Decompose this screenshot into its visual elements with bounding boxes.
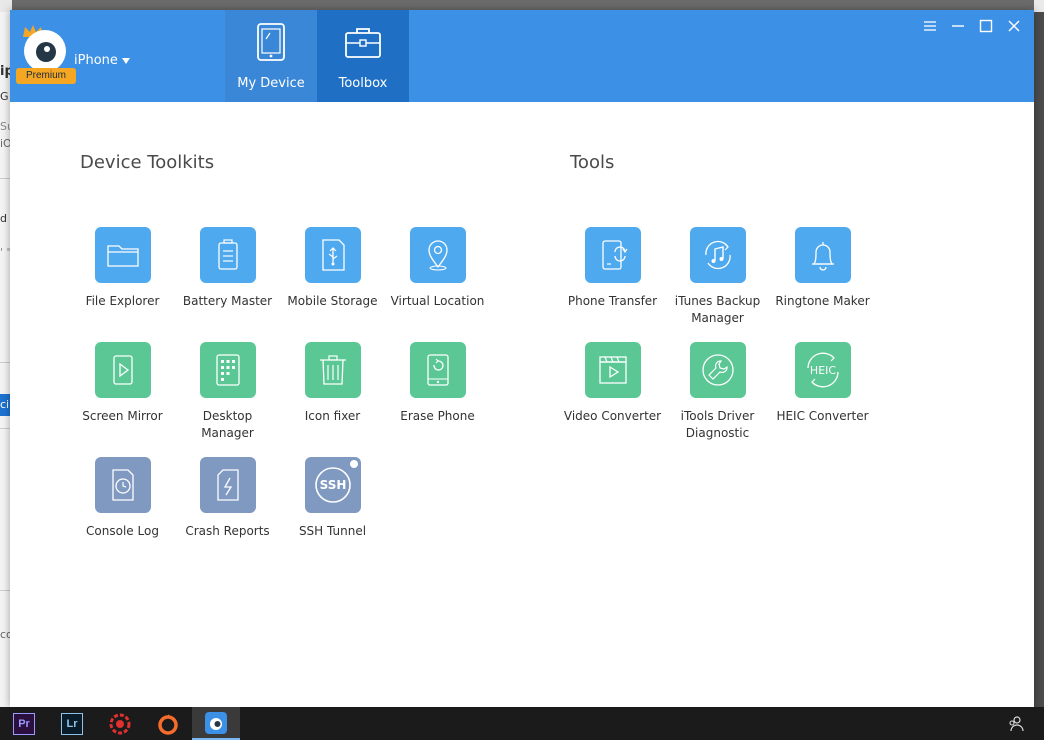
- tool-desktop-manager[interactable]: Desktop Manager: [175, 342, 280, 442]
- maximize-icon: [979, 19, 993, 33]
- music-note-icon: [704, 240, 731, 270]
- taskbar-itools[interactable]: [192, 707, 240, 740]
- premiere-icon: Pr: [13, 712, 35, 735]
- close-button[interactable]: [1004, 16, 1024, 36]
- ssh-icon-text: SSH: [319, 478, 346, 492]
- tool-heic-converter[interactable]: HEIC HEIC Converter: [770, 342, 875, 425]
- tool-battery-master[interactable]: Battery Master: [175, 227, 280, 310]
- lightning-file-icon: [216, 469, 239, 501]
- taskbar-tray-people[interactable]: [994, 707, 1038, 740]
- red-gear-app-icon: [109, 713, 131, 734]
- tool-label: Erase Phone: [400, 409, 475, 423]
- trash-icon: [319, 355, 346, 385]
- itools-logo: Premium: [14, 24, 80, 86]
- hamburger-icon: [924, 21, 936, 31]
- tool-label: iTunes Backup Manager: [674, 294, 761, 325]
- tool-label: SSH Tunnel: [298, 524, 367, 538]
- wrench-icon: [701, 354, 734, 386]
- tool-erase-phone[interactable]: Erase Phone: [385, 342, 490, 425]
- ssh-icon: SSH: [314, 467, 351, 503]
- tool-icon-fixer[interactable]: Icon fixer: [280, 342, 385, 425]
- tool-label: Battery Master: [182, 294, 273, 308]
- tool-crash-reports[interactable]: Crash Reports: [175, 457, 280, 540]
- play-screen-icon: [112, 355, 133, 385]
- device-selector[interactable]: iPhone: [74, 50, 130, 70]
- section-title-tools: Tools: [570, 152, 615, 173]
- notification-dot: [349, 460, 358, 468]
- bg-fragment: ci: [0, 398, 10, 411]
- tool-mobile-storage[interactable]: Mobile Storage: [280, 227, 385, 310]
- bell-icon: [811, 242, 834, 271]
- tool-label: Crash Reports: [185, 524, 270, 538]
- usb-storage-icon: [321, 239, 345, 271]
- tablet-icon: [257, 23, 285, 61]
- tool-virtual-location[interactable]: Virtual Location: [385, 227, 490, 310]
- tool-label: Ringtone Maker: [775, 294, 870, 308]
- tab-toolbox[interactable]: Toolbox: [317, 10, 409, 102]
- tool-label: Phone Transfer: [567, 294, 658, 308]
- app-header: Premium iPhone My Device Toolbox: [10, 10, 1034, 102]
- erase-phone-icon: [426, 354, 449, 386]
- battery-icon: [217, 239, 238, 270]
- minimize-button[interactable]: [948, 16, 968, 36]
- tab-my-device[interactable]: My Device: [225, 10, 317, 102]
- tool-itools-driver-diagnostic[interactable]: iTools Driver Diagnostic: [665, 342, 770, 442]
- tool-console-log[interactable]: Console Log: [70, 457, 175, 540]
- tool-screen-mirror[interactable]: Screen Mirror: [70, 342, 175, 425]
- background-edge: [1034, 0, 1044, 12]
- tab-label: Toolbox: [338, 76, 388, 91]
- tool-label: Video Converter: [563, 409, 662, 423]
- folder-icon: [106, 245, 139, 267]
- tool-label: Mobile Storage: [287, 294, 378, 308]
- tool-phone-transfer[interactable]: Phone Transfer: [560, 227, 665, 310]
- tab-label: My Device: [237, 76, 305, 91]
- close-icon: [1008, 20, 1020, 32]
- itools-window: Premium iPhone My Device Toolbox Device …: [10, 10, 1034, 707]
- video-clapper-icon: [598, 356, 627, 384]
- tool-file-explorer[interactable]: File Explorer: [70, 227, 175, 310]
- people-icon: [1009, 715, 1024, 731]
- tool-label: File Explorer: [85, 294, 160, 308]
- app-grid-icon: [215, 354, 240, 386]
- tool-label: Icon fixer: [304, 409, 361, 423]
- itools-icon: [205, 711, 227, 734]
- lightroom-icon: Lr: [61, 712, 83, 735]
- location-pin-icon: [427, 240, 448, 271]
- tool-ssh-tunnel[interactable]: SSH SSH Tunnel: [280, 457, 385, 540]
- maximize-button[interactable]: [976, 16, 996, 36]
- taskbar: Pr Lr: [0, 707, 1044, 740]
- tool-label: iTools Driver Diagnostic: [680, 409, 755, 440]
- minimize-icon: [952, 25, 964, 27]
- taskbar-premiere[interactable]: Pr: [0, 707, 48, 740]
- background-edge: [1034, 0, 1044, 707]
- taskbar-lightroom[interactable]: Lr: [48, 707, 96, 740]
- tool-label: HEIC Converter: [776, 409, 869, 423]
- device-name: iPhone: [74, 52, 118, 68]
- tool-label: Desktop Manager: [201, 409, 254, 440]
- heic-icon-text: HEIC: [809, 364, 835, 377]
- taskbar-red-app[interactable]: [96, 707, 144, 740]
- bg-fragment: d: [0, 212, 7, 225]
- window-controls: [920, 16, 1024, 36]
- tool-ringtone-maker[interactable]: Ringtone Maker: [770, 227, 875, 310]
- toolbox-icon: [345, 28, 381, 58]
- clock-file-icon: [111, 469, 134, 501]
- origin-icon: [158, 713, 178, 735]
- tool-video-converter[interactable]: Video Converter: [560, 342, 665, 425]
- tool-label: Screen Mirror: [82, 409, 163, 423]
- premium-badge: Premium: [16, 68, 76, 84]
- tool-label: Virtual Location: [390, 294, 485, 308]
- caret-down-icon: [121, 58, 130, 64]
- taskbar-origin[interactable]: [144, 707, 192, 740]
- heic-icon: HEIC: [806, 352, 839, 388]
- menu-button[interactable]: [920, 16, 940, 36]
- bg-fragment: G: [0, 90, 9, 103]
- phone-transfer-icon: [601, 240, 627, 270]
- tool-label: Console Log: [86, 524, 159, 538]
- tool-itunes-backup-manager[interactable]: iTunes Backup Manager: [665, 227, 770, 327]
- section-title-device-toolkits: Device Toolkits: [80, 152, 215, 173]
